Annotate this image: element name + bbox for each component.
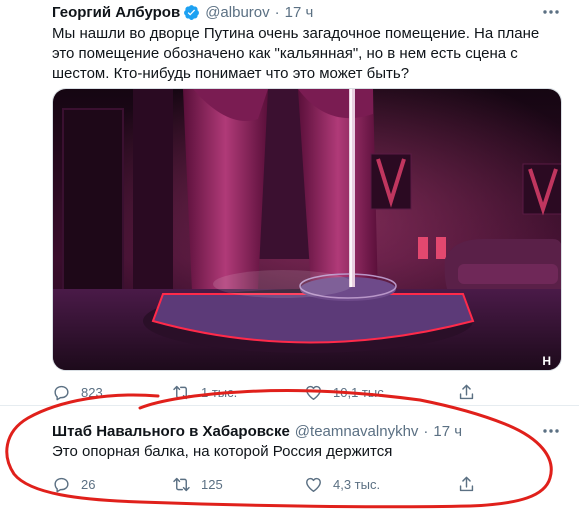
author-name[interactable]: Штаб Навального в Хабаровске (52, 423, 290, 440)
reply-button[interactable]: 26 (52, 472, 95, 496)
share-button[interactable] (457, 380, 476, 404)
tweet-alburov[interactable]: Георгий Албуров @alburov · 17 ч Мы нашли… (0, 0, 579, 405)
tweet-header: Георгий Албуров @alburov · 17 ч (52, 2, 313, 22)
timestamp[interactable]: 17 ч (285, 4, 314, 21)
more-icon[interactable] (541, 2, 561, 22)
separator-dot: · (423, 422, 429, 440)
retweet-count: 125 (201, 476, 223, 492)
retweet-count: 1 тыс. (201, 384, 238, 400)
like-button[interactable]: 4,3 тыс. (304, 472, 380, 496)
tweet-media-image[interactable]: H (52, 88, 562, 371)
tweet-text: Это опорная балка, на которой Россия дер… (52, 443, 393, 460)
reply-count: 823 (81, 384, 103, 400)
retweet-button[interactable]: 1 тыс. (172, 380, 237, 404)
retweet-icon (173, 385, 190, 399)
retweet-button[interactable]: 125 (172, 472, 223, 496)
author-name[interactable]: Георгий Албуров (52, 4, 180, 21)
like-icon (306, 477, 321, 492)
more-icon[interactable] (541, 421, 561, 441)
media-watermark: H (542, 354, 551, 368)
separator-dot: · (274, 3, 280, 21)
tweet-actions: 823 1 тыс. 10,1 тыс. (52, 380, 474, 404)
verified-badge-icon (183, 4, 200, 21)
tweet-header: Штаб Навального в Хабаровске @teamnavaln… (52, 421, 462, 441)
tweet-teamnavalnykhv[interactable]: Штаб Навального в Хабаровске @teamnavaln… (0, 405, 579, 523)
reply-button[interactable]: 823 (52, 380, 103, 404)
like-icon (306, 385, 321, 400)
timestamp[interactable]: 17 ч (433, 423, 462, 440)
reply-icon (54, 477, 69, 492)
author-handle[interactable]: @teamnavalnykhv (295, 423, 419, 440)
share-button[interactable] (457, 472, 476, 496)
share-icon (459, 384, 474, 399)
like-button[interactable]: 10,1 тыс. (304, 380, 387, 404)
like-count: 4,3 тыс. (333, 476, 381, 492)
share-icon (459, 476, 474, 491)
reply-icon (54, 385, 69, 400)
like-count: 10,1 тыс. (333, 384, 388, 400)
reply-count: 26 (81, 476, 96, 492)
tweet-text: Мы нашли во дворце Путина очень загадочн… (52, 25, 544, 82)
retweet-icon (173, 477, 190, 491)
author-handle[interactable]: @alburov (205, 4, 269, 21)
tweet-actions: 26 125 4,3 тыс. (52, 472, 474, 496)
